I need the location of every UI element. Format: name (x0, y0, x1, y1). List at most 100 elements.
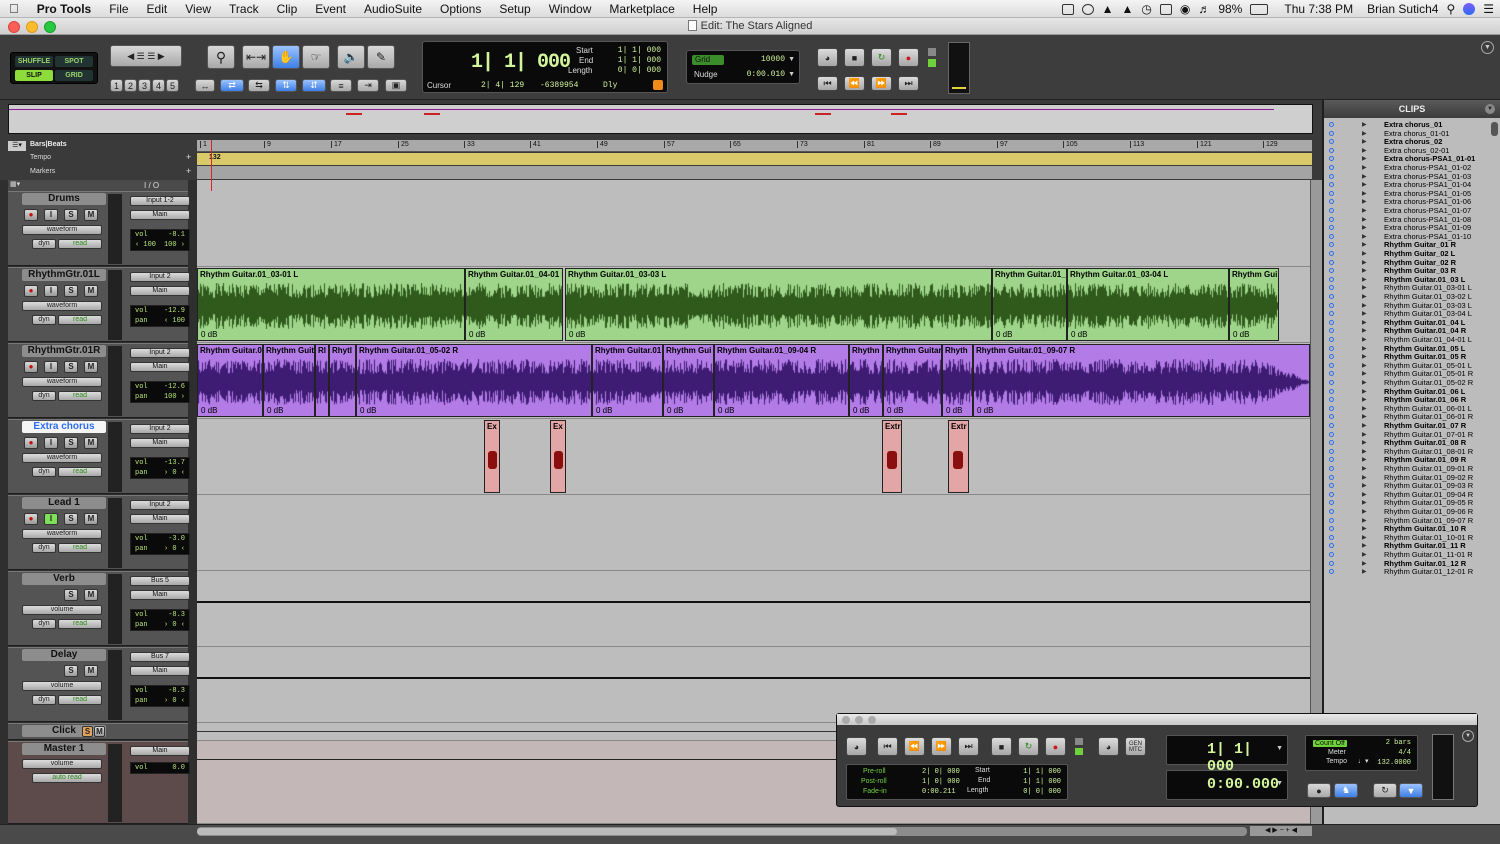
fadein-value[interactable]: 0:00.211 (922, 788, 956, 796)
clip-list-item[interactable]: Extra chorus-PSA1_01-07 (1384, 207, 1471, 215)
audio-clip[interactable]: Rhyth 0 dB (942, 344, 973, 417)
automation-mode-selector[interactable]: read (58, 391, 102, 401)
record-enable-button[interactable]: ● (24, 209, 38, 221)
clip-gain[interactable]: 0 dB (596, 406, 612, 415)
transport-titlebar[interactable] (837, 714, 1477, 725)
mirror-midi-icon[interactable]: ⇵ (302, 79, 326, 92)
menu-view[interactable]: View (176, 2, 220, 16)
clip-expand-icon[interactable]: ▶ (1362, 405, 1367, 413)
clip-expand-icon[interactable]: ▶ (1362, 422, 1367, 430)
lane-extra-chorus[interactable]: Ex Ex Extr Extr (197, 419, 1310, 495)
zoom-preset-3[interactable]: 3 (138, 79, 151, 92)
vol-value[interactable]: -3.0 (168, 535, 185, 543)
audio-clip[interactable]: Rhythm Guitar.01_09-07 R 0 dB (973, 344, 1310, 417)
clip-expand-icon[interactable]: ▶ (1362, 319, 1367, 327)
hand-tool-icon[interactable]: ☞ (302, 45, 330, 69)
counter-start-value[interactable]: 1| 1| 000 (618, 46, 661, 55)
vol-value[interactable]: -12.9 (164, 307, 185, 315)
transport-sub-dropdown-icon[interactable]: ▼ (1276, 780, 1283, 787)
grid-mode-button[interactable]: GRID (55, 70, 93, 81)
tab-to-transient-icon[interactable]: ↔ (195, 79, 215, 92)
audio-clip[interactable]: Rhythm Guitar.01_03-04 L 0 dB (1067, 268, 1229, 341)
menu-setup[interactable]: Setup (490, 2, 539, 16)
postroll-label[interactable]: Post-roll (861, 778, 887, 785)
clip-expand-icon[interactable]: ▶ (1362, 302, 1367, 310)
audio-clip[interactable]: Rhythn 0 dB (849, 344, 883, 417)
record-enable-button[interactable]: ● (24, 437, 38, 449)
horizontal-scrollbar[interactable] (197, 827, 1247, 836)
input-monitor-button[interactable]: I (44, 361, 58, 373)
transport-length-value[interactable]: 0| 0| 000 (1023, 788, 1061, 796)
clip-expand-icon[interactable]: ▶ (1362, 362, 1367, 370)
markers-ruler-label[interactable]: Markers (30, 168, 55, 175)
clip-expand-icon[interactable]: ▶ (1362, 190, 1367, 198)
zoom-preset-2[interactable]: 2 (124, 79, 137, 92)
record-button[interactable]: ● (898, 48, 919, 67)
pan-value[interactable]: › 0 ‹ (164, 545, 185, 553)
battery-icon[interactable] (1250, 3, 1269, 15)
transport-fast-forward-button[interactable]: ⏩ (931, 737, 952, 756)
clip-expand-icon[interactable]: ▶ (1362, 284, 1367, 292)
universe-overview[interactable] (0, 100, 1322, 140)
nudge-label[interactable]: Nudge (694, 70, 718, 79)
automation-mode-selector[interactable]: read (58, 315, 102, 325)
zoom-controls[interactable]: ◀ ▶ − + ◀ (1250, 826, 1312, 836)
audio-clip[interactable]: Ex (484, 420, 500, 493)
midi-merge-button[interactable]: ↻ (1373, 783, 1397, 798)
track-dyn-button[interactable]: dyn (32, 391, 56, 401)
clip-list-item[interactable]: Rhythm Guitar_03 R (1384, 267, 1456, 275)
mute-button[interactable]: M (84, 665, 98, 677)
clip-expand-icon[interactable]: ▶ (1362, 293, 1367, 301)
menu-help[interactable]: Help (684, 2, 727, 16)
output-selector[interactable]: Main (130, 438, 190, 448)
pan-left-value[interactable]: ‹ 100 (135, 241, 156, 249)
transport-stop-button[interactable]: ■ (991, 737, 1012, 756)
clip-list-item[interactable]: Extra chorus_02 (1384, 138, 1442, 146)
metronome-button[interactable]: ♞ (1334, 783, 1358, 798)
transport-go-to-end-button[interactable]: ⏭ (958, 737, 979, 756)
clip-expand-icon[interactable]: ▶ (1362, 233, 1367, 241)
meter-value[interactable]: 4/4 (1398, 749, 1411, 757)
zoom-preset-5[interactable]: 5 (166, 79, 179, 92)
volume-pan-display[interactable]: vol -3.0 pan › 0 ‹ (130, 533, 190, 555)
output-selector[interactable]: Main (130, 514, 190, 524)
clip-expand-icon[interactable]: ▶ (1362, 465, 1367, 473)
wifi-icon[interactable]: ◉ (1180, 2, 1190, 16)
clip-expand-icon[interactable]: ▶ (1362, 259, 1367, 267)
clip-gain[interactable]: 0 dB (201, 330, 217, 339)
transport-sync-button[interactable]: ◕ (1098, 737, 1119, 756)
track-view-selector[interactable]: waveform (22, 529, 102, 539)
slip-mode-button[interactable]: SLIP (15, 70, 53, 81)
clip-expand-icon[interactable]: ▶ (1362, 224, 1367, 232)
window-config-icon[interactable]: ▣ (385, 79, 407, 92)
vol-value[interactable]: -13.7 (164, 459, 185, 467)
clip-expand-icon[interactable]: ▶ (1362, 345, 1367, 353)
automation-mode-selector[interactable]: read (58, 467, 102, 477)
clip-expand-icon[interactable]: ▶ (1362, 482, 1367, 490)
mute-button[interactable]: M (84, 285, 98, 297)
audio-clip[interactable]: Extr (882, 420, 902, 493)
clip-expand-icon[interactable]: ▶ (1362, 388, 1367, 396)
record-enable-button[interactable]: ● (24, 513, 38, 525)
clip-expand-icon[interactable]: ▶ (1362, 525, 1367, 533)
grid-label[interactable]: Grid (692, 55, 724, 65)
battery-percent[interactable]: 98% (1218, 2, 1242, 16)
audio-clip[interactable]: Ex (550, 420, 566, 493)
track-view-selector[interactable]: waveform (22, 301, 102, 311)
siri-icon[interactable] (1463, 3, 1476, 15)
history-status-icon[interactable]: ◷ (1141, 2, 1151, 16)
clip-expand-icon[interactable]: ▶ (1362, 276, 1367, 284)
stop-button[interactable]: ■ (844, 48, 865, 67)
fast-forward-button[interactable]: ⏩ (871, 76, 892, 91)
clips-list-menu-icon[interactable]: ▼ (1485, 104, 1495, 114)
track-view-selector[interactable]: volume (22, 605, 102, 615)
link-track-icon[interactable]: ⇆ (248, 79, 270, 92)
clip-expand-icon[interactable]: ▶ (1362, 448, 1367, 456)
volume-automation-line[interactable] (197, 677, 1310, 679)
audio-clip[interactable]: Rhythm Guitar.01_03-01 L 0 dB (197, 268, 465, 341)
clip-expand-icon[interactable]: ▶ (1362, 336, 1367, 344)
volume-pan-display[interactable]: vol -8.3 pan › 0 ‹ (130, 609, 190, 631)
track-name[interactable]: RhythmGtr.01R (22, 345, 106, 357)
solo-button[interactable]: S (64, 285, 78, 297)
zoom-window-button[interactable] (44, 21, 56, 33)
